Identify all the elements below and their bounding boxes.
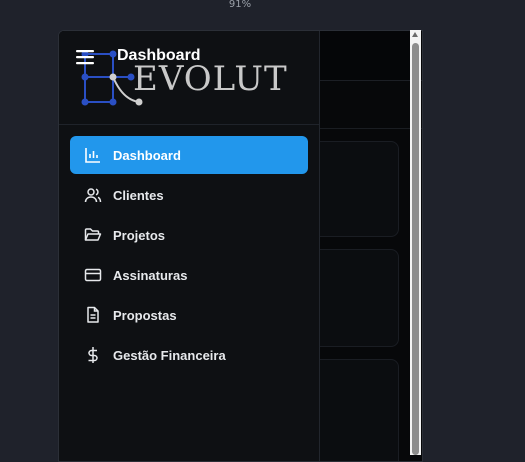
sidebar-item-assinaturas[interactable]: Assinaturas [70,256,308,294]
sidebar-item-gestao-financeira[interactable]: Gestão Financeira [70,336,308,374]
sidebar-item-label: Assinaturas [113,267,188,283]
sidebar-item-label: Propostas [113,307,177,323]
sidebar-item-dashboard[interactable]: Dashboard [70,136,308,174]
folder-open-icon [84,226,102,244]
dollar-sign-icon [84,346,102,364]
sidebar-item-clientes[interactable]: Clientes [70,176,308,214]
sidebar-item-propostas[interactable]: Propostas [70,296,308,334]
sidebar-item-projetos[interactable]: Projetos [70,216,308,254]
zoom-indicator: 91% [228,0,252,10]
sidebar-item-label: Dashboard [113,147,181,163]
sidebar-item-label: Projetos [113,227,166,243]
app-window: EVOLUT Dashboard Dashboard Clientes Proj… [58,30,423,462]
scrollbar-thumb[interactable] [412,43,419,455]
hamburger-menu-icon[interactable] [75,47,95,67]
dashboard-card [307,249,399,347]
vertical-scrollbar[interactable] [410,30,421,455]
page-title: Dashboard [117,47,201,64]
sidebar-drawer: EVOLUT Dashboard Dashboard Clientes Proj… [59,31,320,461]
file-text-icon [84,306,102,324]
dashboard-card [307,359,399,461]
credit-card-icon [84,266,102,284]
bar-chart-icon [84,146,102,164]
sidebar-nav: Dashboard Clientes Projetos Assinaturas [70,136,308,376]
dashboard-card [307,141,399,237]
sidebar-brand: EVOLUT Dashboard [59,31,319,125]
users-icon [84,186,102,204]
brand-wordmark: EVOLUT [133,59,288,99]
sidebar-item-label: Clientes [113,187,164,203]
scroll-up-arrow-icon[interactable] [412,32,418,37]
sidebar-item-label: Gestão Financeira [113,347,226,363]
